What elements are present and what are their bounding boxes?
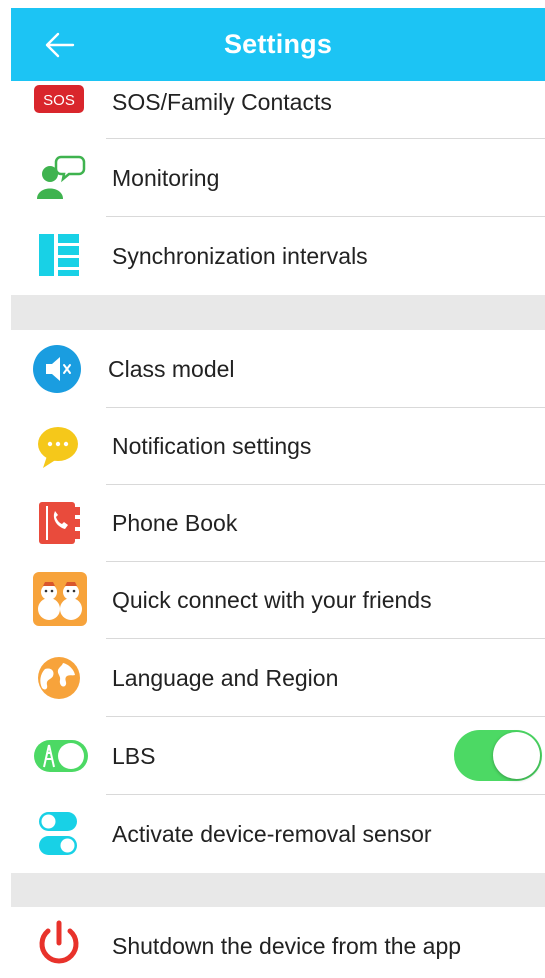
sensor-switch-icon xyxy=(33,808,87,862)
settings-item-label: LBS xyxy=(112,743,156,769)
svg-text:SOS: SOS xyxy=(43,92,75,109)
settings-item-label: Synchronization intervals xyxy=(112,243,368,269)
power-icon xyxy=(33,919,87,973)
lbs-toggle[interactable] xyxy=(454,730,542,781)
globe-icon xyxy=(33,651,87,705)
sync-intervals-icon xyxy=(33,231,87,285)
monitoring-icon xyxy=(33,151,87,205)
settings-item-monitoring[interactable]: Monitoring xyxy=(0,139,545,217)
phone-book-icon xyxy=(33,498,87,552)
settings-item-sync-intervals[interactable]: Synchronization intervals xyxy=(0,217,545,295)
settings-item-label: Monitoring xyxy=(112,165,220,191)
settings-item-label: Class model xyxy=(108,356,235,382)
settings-item-class-model[interactable]: Class model xyxy=(0,330,545,408)
settings-item-label: Quick connect with your friends xyxy=(112,587,432,613)
location-tower-icon xyxy=(33,739,89,773)
header-bar: Settings xyxy=(11,8,545,81)
friends-icon xyxy=(33,572,87,626)
settings-item-shutdown[interactable]: Shutdown the device from the app xyxy=(0,907,545,964)
settings-item-language-region[interactable]: Language and Region xyxy=(0,639,545,717)
settings-item-notification[interactable]: Notification settings xyxy=(0,408,545,485)
toggle-knob xyxy=(493,732,540,779)
settings-item-label: Phone Book xyxy=(112,510,238,536)
chat-bubble-icon xyxy=(33,420,87,474)
settings-item-quick-connect[interactable]: Quick connect with your friends xyxy=(0,562,545,639)
section-separator xyxy=(11,295,545,330)
section-separator xyxy=(11,873,545,907)
settings-item-phone-book[interactable]: Phone Book xyxy=(0,485,545,562)
settings-item-removal-sensor[interactable]: Activate device-removal sensor xyxy=(0,795,545,873)
settings-item-label: Shutdown the device from the app xyxy=(112,933,462,959)
settings-item-label: Notification settings xyxy=(112,433,312,459)
settings-item-label: Language and Region xyxy=(112,665,339,691)
settings-item-sos-contacts[interactable]: SOS SOS/Family Contacts xyxy=(0,81,545,139)
page-title: Settings xyxy=(223,29,333,59)
settings-item-label: SOS/Family Contacts xyxy=(112,89,332,115)
mute-speaker-icon xyxy=(33,342,87,396)
settings-item-label: Activate device-removal sensor xyxy=(112,821,432,847)
sos-icon: SOS xyxy=(33,84,87,114)
